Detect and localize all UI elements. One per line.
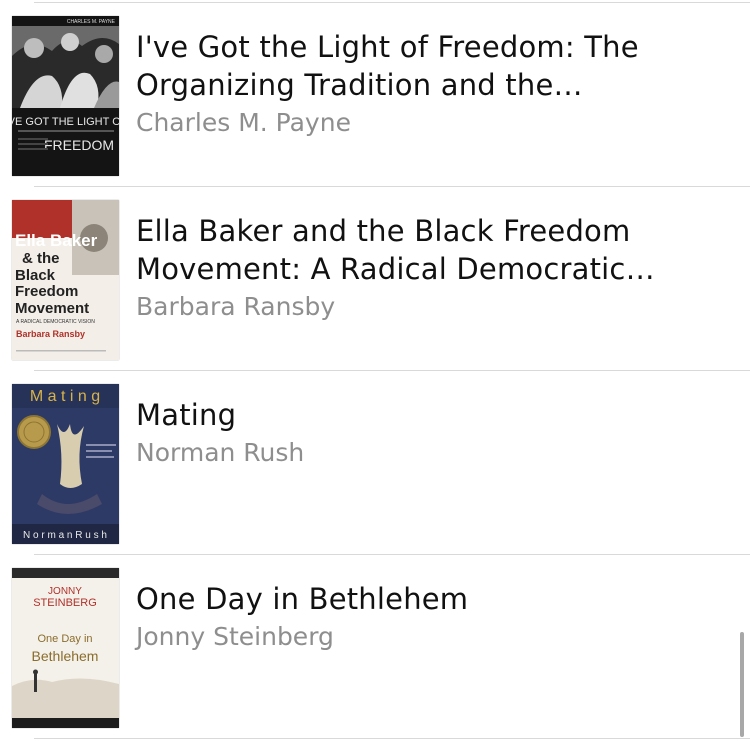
book-cover[interactable]: M a t i n g N o r m a n R u s h: [12, 384, 119, 544]
cover-title-line: M a t i n g: [30, 388, 100, 405]
book-list[interactable]: CHARLES M. PAYNE I'VE GOT THE LIGHT OF F…: [0, 0, 750, 741]
cover-title-line: FREEDOM: [44, 137, 114, 153]
book-row[interactable]: JONNY STEINBERG One Day in Bethlehem One…: [0, 555, 750, 739]
cover-subtitle: A RADICAL DEMOCRATIC VISION: [16, 319, 95, 325]
cover-title-line: Ella Baker: [15, 231, 98, 250]
book-row[interactable]: M a t i n g N o r m a n R u s h Mating N…: [0, 371, 750, 555]
book-row[interactable]: Ella Baker & the Black Freedom Movement …: [0, 187, 750, 371]
book-author: Jonny Steinberg: [136, 622, 334, 651]
book-author: Barbara Ransby: [136, 292, 336, 321]
cover-title-line: Black: [15, 267, 56, 284]
list-divider: [34, 738, 750, 739]
cover-author-text: N o r m a n R u s h: [23, 530, 107, 541]
book-title: One Day in Bethlehem: [136, 582, 469, 616]
book-cover[interactable]: CHARLES M. PAYNE I'VE GOT THE LIGHT OF F…: [12, 16, 119, 176]
book-title: Ella Baker and the Black Freedom Movemen…: [136, 214, 631, 286]
book-cover[interactable]: Ella Baker & the Black Freedom Movement …: [12, 200, 119, 360]
book-title: I've Got the Light of Freedom: The Organ…: [136, 30, 639, 102]
book-title: Mating: [136, 398, 237, 432]
cover-art-one-day-in-bethlehem: JONNY STEINBERG One Day in Bethlehem: [12, 568, 119, 728]
cover-title-line: I'VE GOT THE LIGHT OF: [12, 116, 119, 128]
book-text: Ella Baker and the Black Freedom Movemen…: [136, 212, 720, 324]
book-cover[interactable]: JONNY STEINBERG One Day in Bethlehem: [12, 568, 119, 728]
book-author: Charles M. Payne: [136, 108, 351, 137]
cover-art-ella-baker: Ella Baker & the Black Freedom Movement …: [12, 200, 119, 360]
cover-title-line: One Day in: [37, 633, 92, 645]
book-text: I've Got the Light of Freedom: The Organ…: [136, 28, 720, 140]
cover-author-text: Barbara Ransby: [16, 329, 85, 339]
cover-art-light-of-freedom: CHARLES M. PAYNE I'VE GOT THE LIGHT OF F…: [12, 16, 119, 176]
cover-art-mating: M a t i n g N o r m a n R u s h: [12, 384, 119, 544]
cover-title-line: & the: [22, 250, 60, 267]
vertical-scrollbar[interactable]: [740, 632, 744, 737]
book-row[interactable]: CHARLES M. PAYNE I'VE GOT THE LIGHT OF F…: [0, 3, 750, 187]
cover-title-line: Bethlehem: [32, 648, 99, 664]
book-text: One Day in Bethlehem Jonny Steinberg: [136, 580, 720, 654]
cover-author-text: STEINBERG: [33, 597, 97, 609]
cover-author-text: JONNY: [48, 586, 82, 597]
cover-title-line: Movement: [15, 300, 89, 317]
cover-title-line: Freedom: [15, 283, 78, 300]
cover-author-text: CHARLES M. PAYNE: [67, 19, 116, 25]
book-author: Norman Rush: [136, 438, 305, 467]
book-text: Mating Norman Rush: [136, 396, 720, 470]
